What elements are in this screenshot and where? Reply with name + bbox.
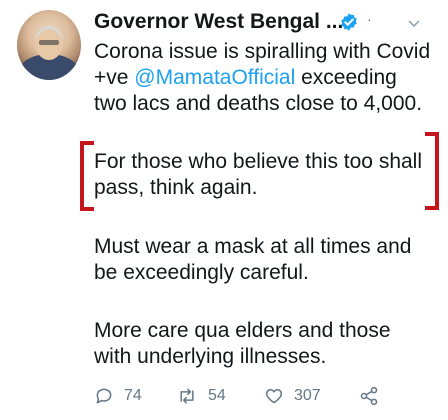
- author-name[interactable]: Governor West Bengal ...: [94, 9, 434, 35]
- tweet-paragraph-2: For those who believe this too shall pas…: [94, 149, 439, 201]
- tweet-line: More care qua elders and those: [94, 319, 391, 342]
- retweet-count: 54: [208, 387, 226, 404]
- tweet-line: be exceedingly careful.: [94, 261, 309, 284]
- reply-icon: [96, 388, 112, 404]
- tweet-actions: 74 54 307: [94, 384, 414, 408]
- retweet-button[interactable]: 54: [176, 384, 226, 408]
- avatar[interactable]: [17, 10, 81, 80]
- reply-count: 74: [124, 387, 142, 404]
- tweet-text: exceeding: [295, 66, 397, 89]
- separator-dot: ·: [367, 11, 372, 27]
- mention-link[interactable]: @MamataOfficial: [134, 66, 295, 89]
- like-count: 307: [294, 387, 321, 404]
- tweet-line: Must wear a mask at all times and: [94, 235, 412, 258]
- share-icon: [360, 386, 378, 406]
- reply-button[interactable]: 74: [94, 384, 142, 408]
- retweet-icon: [180, 388, 194, 404]
- tweet-text: +ve: [94, 66, 135, 89]
- tweet-line: with underlying illnesses.: [94, 345, 327, 368]
- share-button[interactable]: [359, 384, 389, 408]
- tweet-line: For those who believe this too shall: [94, 150, 423, 173]
- highlight-bracket-left: [80, 141, 94, 211]
- tweet-line: +ve @MamataOfficial exceeding: [94, 65, 439, 91]
- tweet-paragraph-1: Corona issue is spiralling with Covid +v…: [94, 39, 439, 117]
- tweet-line: Corona issue is spiralling with Covid: [94, 40, 431, 63]
- tweet-header: Governor West Bengal ... ·: [94, 9, 434, 37]
- chevron-down-icon[interactable]: [406, 15, 422, 31]
- tweet-line: two lacs and deaths close to 4,000.: [94, 92, 423, 115]
- heart-icon: [265, 389, 283, 404]
- tweet-paragraph-3: Must wear a mask at all times and be exc…: [94, 234, 439, 286]
- tweet-paragraph-4: More care qua elders and those with unde…: [94, 318, 439, 370]
- verified-badge-icon: [341, 13, 357, 31]
- avatar-image: [19, 26, 79, 80]
- like-button[interactable]: 307: [264, 384, 321, 408]
- tweet-line: pass, think again.: [94, 176, 258, 199]
